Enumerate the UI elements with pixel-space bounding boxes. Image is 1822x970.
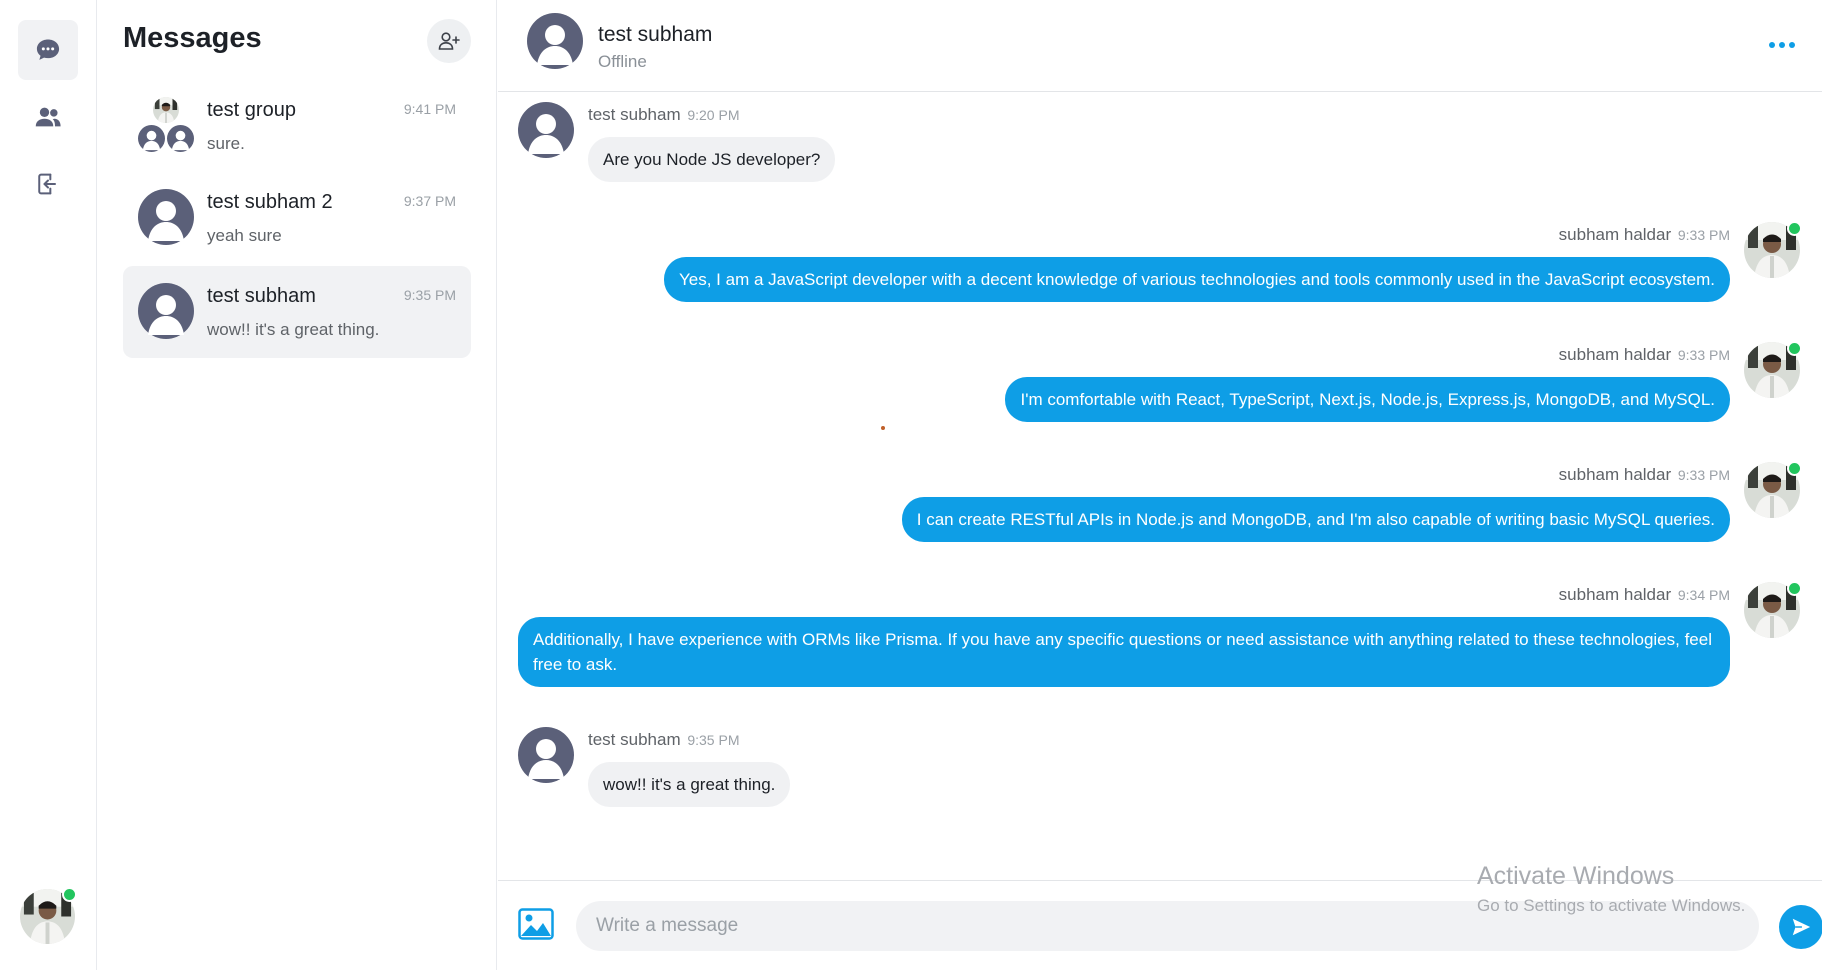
stray-dot [881, 426, 885, 430]
message-time: 9:34 PM [1677, 587, 1730, 603]
message-meta: subham haldar 9:33 PM [1559, 465, 1730, 485]
sender-name: test subham [588, 730, 681, 749]
message-bubble: Are you Node JS developer? [588, 137, 836, 182]
message-meta: subham haldar 9:34 PM [1559, 585, 1730, 605]
contact-name[interactable]: test subham [598, 23, 712, 47]
conversation-time: 9:37 PM [403, 193, 456, 209]
message-time: 9:33 PM [1677, 467, 1730, 483]
avatar [138, 189, 194, 245]
message-time: 9:33 PM [1677, 227, 1730, 243]
chat-header: test subham Offline [498, 0, 1822, 92]
sender-avatar [518, 727, 574, 783]
page-title: Messages [123, 22, 262, 54]
conversation-list-panel: Messages test group 9:41 PM sure. test s… [98, 0, 497, 970]
message-bubble: I can create RESTful APIs in Node.js and… [901, 497, 1730, 542]
sender-name: subham haldar [1558, 345, 1672, 364]
online-indicator [1787, 221, 1802, 236]
sender-name: subham haldar [1558, 465, 1672, 484]
sender-avatar [1744, 341, 1802, 398]
logout-icon [38, 173, 56, 195]
users-icon [35, 107, 61, 127]
message-time: 9:35 PM [687, 732, 740, 748]
message-bubble: Additionally, I have experience with ORM… [518, 617, 1730, 687]
message-time: 9:33 PM [1677, 347, 1730, 363]
message-bubble: I'm comfortable with React, TypeScript, … [1005, 377, 1730, 422]
message-meta: test subham 9:35 PM [588, 730, 739, 750]
chat-panel: test subham Offline test subham 9:20 PM … [498, 0, 1822, 970]
message-meta: subham haldar 9:33 PM [1559, 225, 1730, 245]
sender-avatar [1744, 461, 1802, 518]
more-dots-icon [1769, 42, 1795, 48]
sender-avatar [518, 102, 574, 158]
conversation-name: test subham [207, 285, 316, 307]
message-bubble: Yes, I am a JavaScript developer with a … [664, 257, 1730, 302]
message-time: 9:20 PM [687, 107, 740, 123]
nav-rail [0, 0, 97, 970]
sender-name: test subham [588, 105, 681, 124]
send-icon [1792, 918, 1811, 936]
sender-avatar [1744, 221, 1802, 278]
online-indicator [1787, 461, 1802, 476]
conversation-time: 9:41 PM [403, 101, 456, 117]
send-button[interactable] [1779, 905, 1822, 949]
contact-avatar[interactable] [527, 13, 583, 69]
group-avatar [138, 97, 194, 153]
add-user-icon [438, 32, 460, 50]
contact-status: Offline [598, 52, 647, 71]
image-icon [518, 908, 554, 940]
attach-image-button[interactable] [518, 908, 554, 940]
rail-chats-button[interactable] [18, 20, 78, 80]
add-contact-button[interactable] [427, 19, 471, 63]
online-indicator [1787, 581, 1802, 596]
message-bubble: wow!! it's a great thing. [588, 762, 791, 807]
conversation-item-test-subham-2[interactable]: test subham 2 9:37 PM yeah sure [123, 172, 471, 264]
message-composer [498, 880, 1822, 970]
avatar [138, 283, 194, 339]
chat-bubble-icon [36, 39, 60, 60]
sender-name: subham haldar [1558, 585, 1672, 604]
current-user-avatar[interactable] [20, 887, 77, 944]
conversation-item-test-group[interactable]: test group 9:41 PM sure. [123, 80, 471, 172]
conversation-item-test-subham[interactable]: test subham 9:35 PM wow!! it's a great t… [123, 266, 471, 358]
conversation-preview: sure. [207, 134, 245, 153]
rail-logout-button[interactable] [18, 154, 78, 214]
message-meta: test subham 9:20 PM [588, 105, 739, 125]
message-input[interactable] [576, 901, 1759, 951]
message-meta: subham haldar 9:33 PM [1559, 345, 1730, 365]
conversation-time: 9:35 PM [403, 287, 456, 303]
rail-contacts-button[interactable] [18, 87, 78, 147]
sender-avatar [1744, 581, 1802, 638]
conversation-preview: yeah sure [207, 226, 282, 245]
sender-name: subham haldar [1558, 225, 1672, 244]
conversation-name: test subham 2 [207, 191, 333, 213]
conversation-preview: wow!! it's a great thing. [207, 320, 380, 339]
conversation-name: test group [207, 99, 296, 121]
online-indicator [1787, 341, 1802, 356]
online-indicator [62, 887, 77, 902]
more-options-button[interactable] [1762, 30, 1802, 60]
